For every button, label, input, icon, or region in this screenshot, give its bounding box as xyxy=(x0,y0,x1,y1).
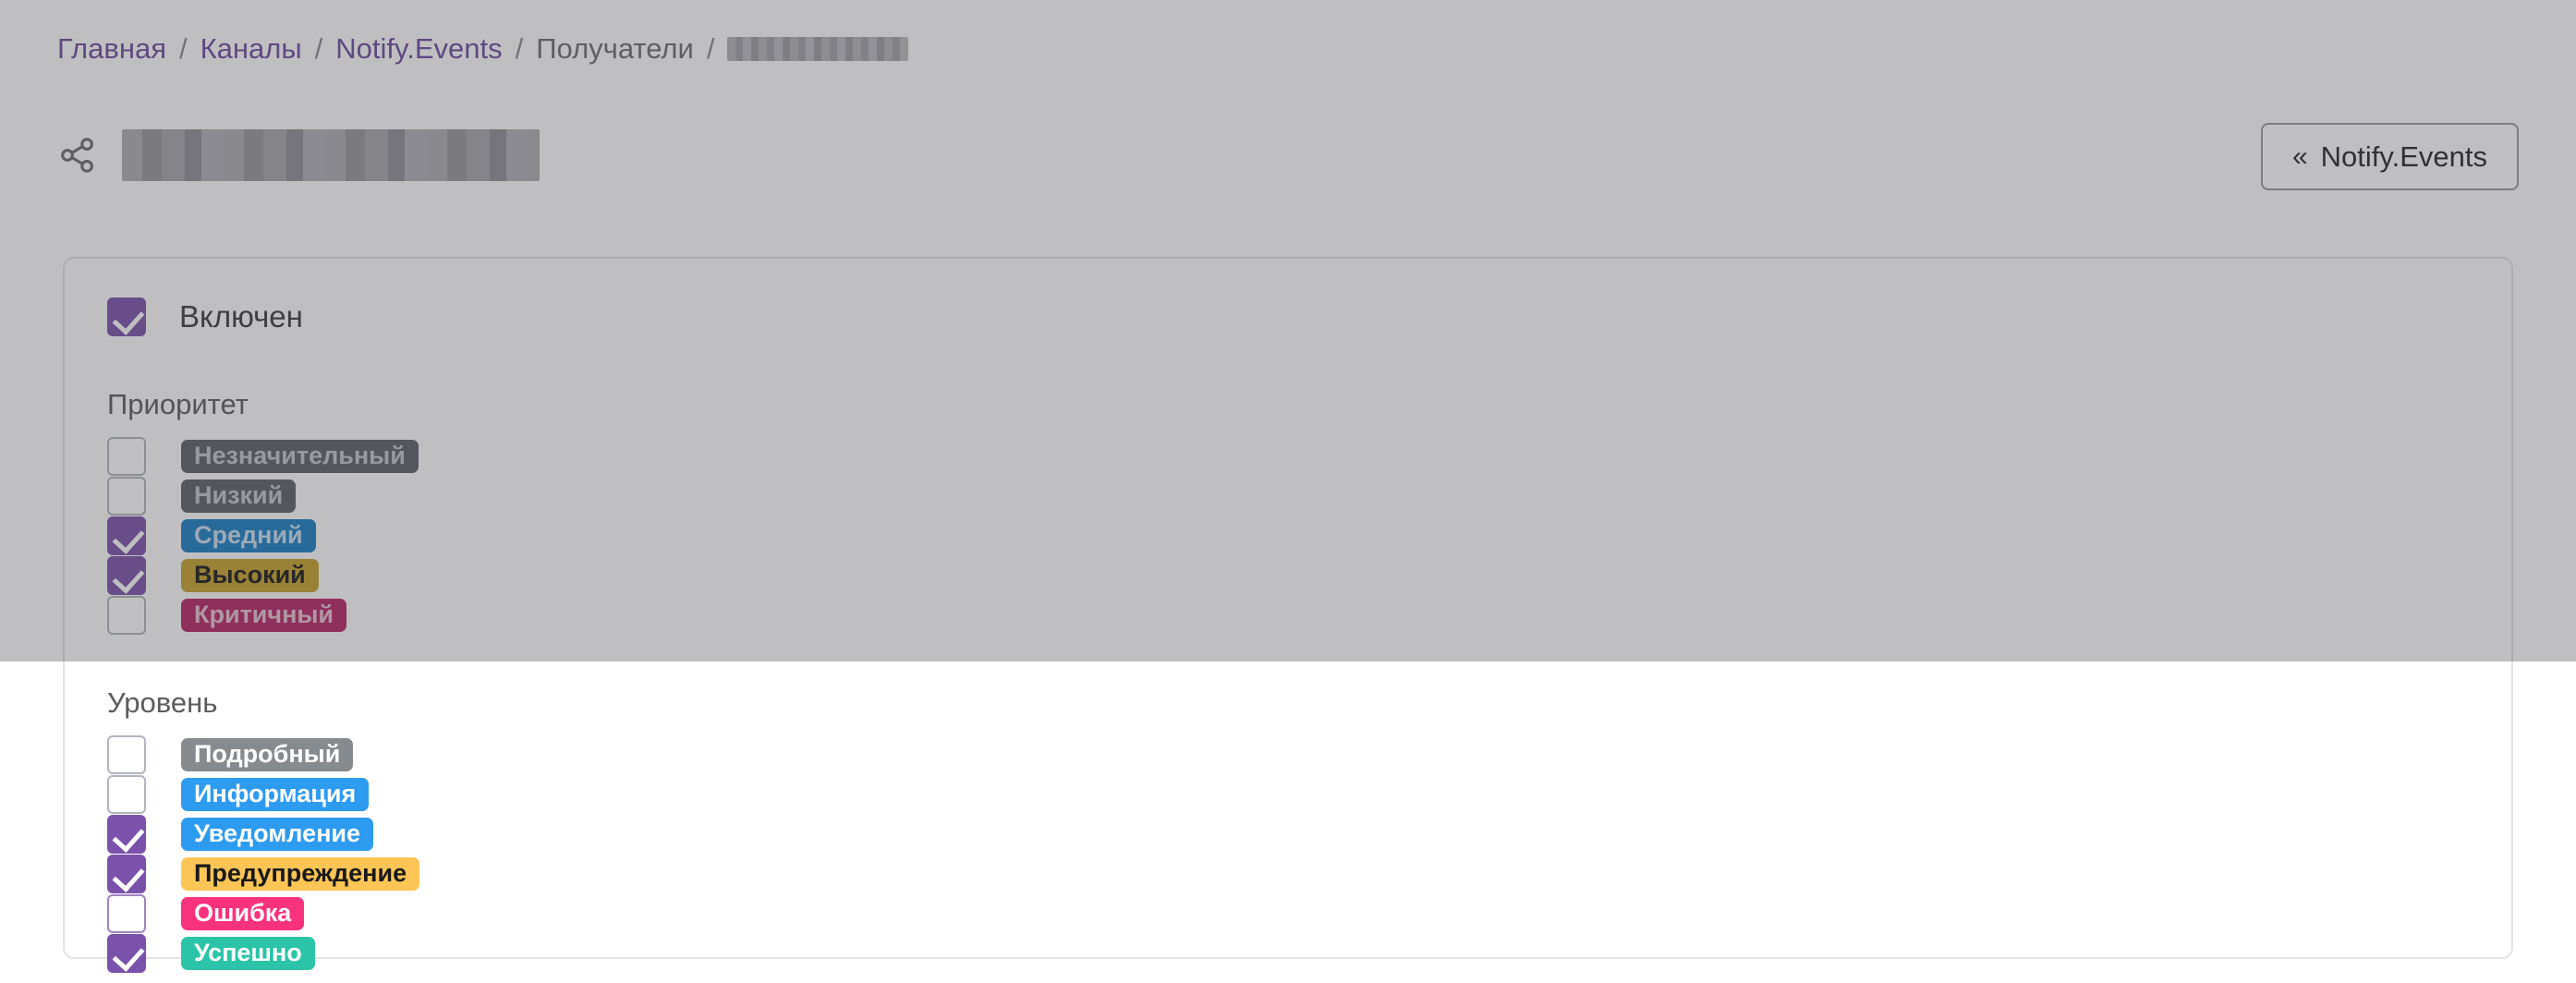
level-checkbox-3[interactable] xyxy=(107,854,146,893)
breadcrumb-item-notify-events[interactable]: Notify.Events xyxy=(335,31,502,67)
level-badge-0: Подробный xyxy=(181,737,354,771)
page-title xyxy=(57,129,540,181)
priority-checkbox-0[interactable] xyxy=(107,436,146,476)
page-title-redacted xyxy=(122,129,540,181)
breadcrumb-item-recipients: Получатели xyxy=(536,32,694,65)
level-option-row[interactable]: Подробный xyxy=(107,734,2469,774)
breadcrumb-separator: / xyxy=(515,32,524,65)
back-button-label: Notify.Events xyxy=(2320,140,2487,173)
breadcrumb-item-home[interactable]: Главная xyxy=(57,31,166,67)
priority-badge-1: Низкий xyxy=(181,479,297,513)
breadcrumb-item-channels[interactable]: Каналы xyxy=(200,31,302,67)
breadcrumb-item-redacted xyxy=(727,37,909,61)
level-options-list: Подробный Информация Уведомление Предупрежд… xyxy=(107,734,2469,973)
priority-checkbox-2[interactable] xyxy=(107,516,146,555)
priority-section-title: Приоритет xyxy=(107,388,249,420)
app-content: Главная / Каналы / Notify.Events / Получ… xyxy=(0,0,2576,983)
chevron-left-double-icon: « xyxy=(2291,140,2308,172)
page-root: Главная / Каналы / Notify.Events / Получ… xyxy=(0,0,2576,983)
priority-checkbox-1[interactable] xyxy=(107,476,146,516)
level-option-row[interactable]: Уведомление xyxy=(107,814,2469,854)
priority-checkbox-3[interactable] xyxy=(107,555,146,595)
breadcrumb-separator: / xyxy=(706,32,715,65)
breadcrumb-separator: / xyxy=(314,32,323,65)
back-to-channel-button[interactable]: « Notify.Events xyxy=(2260,123,2519,190)
level-badge-2: Уведомление xyxy=(181,817,374,851)
level-checkbox-2[interactable] xyxy=(107,814,146,854)
level-option-row[interactable]: Информация xyxy=(107,774,2469,814)
breadcrumb: Главная / Каналы / Notify.Events / Получ… xyxy=(57,31,909,67)
share-icon xyxy=(61,138,93,173)
level-section-title: Уровень xyxy=(107,686,218,719)
level-option-row[interactable]: Ошибка xyxy=(107,893,2469,933)
priority-option-row[interactable]: Незначительный xyxy=(107,436,2469,476)
recipient-settings-card: Включен Приоритет Незначительный Низкий Ср… xyxy=(63,257,2513,973)
level-checkbox-1[interactable] xyxy=(107,774,146,814)
level-checkbox-4[interactable] xyxy=(107,893,146,933)
level-option-row[interactable]: Предупреждение xyxy=(107,854,2469,893)
enabled-checkbox[interactable] xyxy=(107,297,146,336)
priority-checkbox-4[interactable] xyxy=(107,595,146,635)
breadcrumb-separator: / xyxy=(179,32,188,65)
enabled-label: Включен xyxy=(179,299,303,334)
level-badge-1: Информация xyxy=(181,777,370,811)
level-badge-3: Предупреждение xyxy=(181,856,420,891)
priority-badge-3: Высокий xyxy=(181,558,319,592)
priority-section: Приоритет Незначительный Низкий Средний Выс… xyxy=(107,388,2469,635)
level-section: Уровень Подробный Информация Уведомление Пр… xyxy=(107,686,2469,973)
priority-option-row[interactable]: Низкий xyxy=(107,476,2469,516)
level-badge-4: Ошибка xyxy=(181,896,305,930)
level-option-row[interactable]: Успешно xyxy=(107,933,2469,973)
priority-badge-4: Критичный xyxy=(181,598,347,632)
level-badge-5: Успешно xyxy=(181,936,315,970)
priority-badge-2: Средний xyxy=(181,518,316,552)
priority-options-list: Незначительный Низкий Средний Высокий Критич… xyxy=(107,436,2469,635)
priority-option-row[interactable]: Критичный xyxy=(107,595,2469,635)
priority-option-row[interactable]: Средний xyxy=(107,516,2469,555)
priority-option-row[interactable]: Высокий xyxy=(107,555,2469,595)
level-checkbox-5[interactable] xyxy=(107,933,146,973)
level-checkbox-0[interactable] xyxy=(107,734,146,774)
priority-badge-0: Незначительный xyxy=(181,439,419,473)
enabled-checkbox-row[interactable]: Включен xyxy=(107,297,2469,336)
